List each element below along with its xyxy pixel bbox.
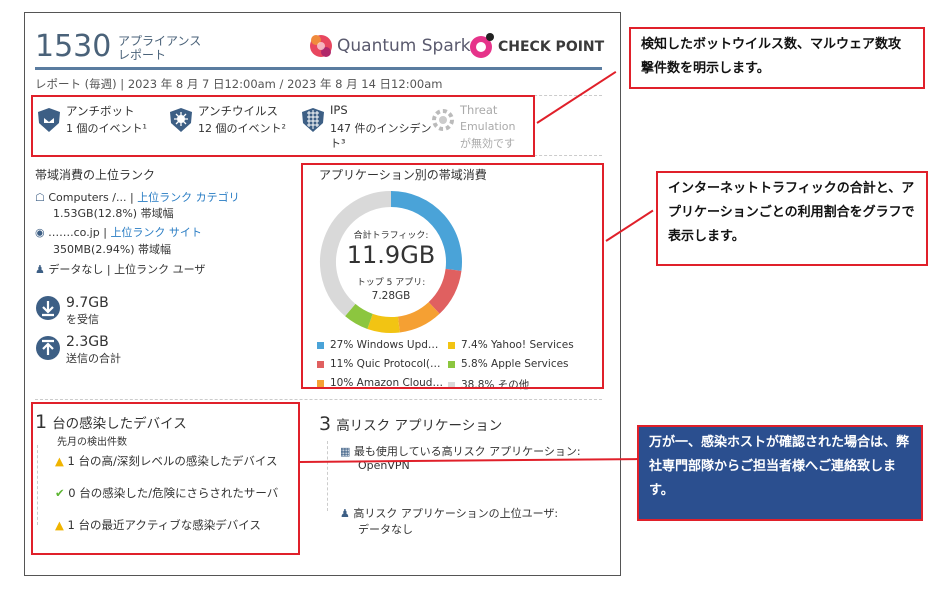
top-category-link[interactable]: 上位ランク カテゴリ	[137, 191, 240, 204]
top-category-usage: 1.53GB(12.8%) 帯域幅	[53, 207, 174, 220]
threats-callout: 検知したボットウイルス数、マルウェア数攻撃件数を明示します。	[629, 27, 925, 89]
tree-line	[327, 441, 328, 511]
traffic-callout: インターネットトラフィックの合計と、アプリケーションごとの利用割合をグラフで表示…	[656, 171, 928, 266]
top-site-value: …….co.jp	[48, 226, 100, 239]
report-period: レポート (毎週) | 2023 年 8 月 7 日12:00am / 2023…	[35, 77, 443, 91]
risk-apps-title: 高リスク アプリケーション	[336, 418, 503, 434]
sent-value: 2.3GB	[66, 334, 109, 350]
user-icon: ♟	[35, 263, 45, 276]
top-category-value: Computers /...	[48, 191, 127, 204]
infected-callout: 万が一、感染ホストが確認された場合は、弊社専門部隊からご担当者様へご連絡致します…	[637, 425, 923, 521]
model-label-line1: アプライアンス	[118, 34, 202, 48]
top-user-row: ♟ データなし | 上位ランク ユーザ	[35, 261, 205, 277]
top-category-row: ☖ Computers /... | 上位ランク カテゴリ	[35, 191, 240, 204]
divider	[35, 399, 602, 400]
quantum-spark-icon	[310, 35, 332, 57]
download-icon	[36, 296, 60, 320]
checkpoint-logo: CHECK POINT	[468, 31, 605, 63]
infected-highlight-box	[31, 402, 300, 555]
top-risk-user: ♟ 高リスク アプリケーションの上位ユーザ:	[340, 505, 558, 521]
top-risk-user-label: 高リスク アプリケーションの上位ユーザ:	[353, 507, 559, 520]
model-label: アプライアンス レポート	[118, 34, 201, 62]
app-usage-highlight-box	[301, 163, 604, 389]
upload-icon	[36, 336, 60, 360]
top-user-value: データなし | 上位ランク ユーザ	[48, 263, 206, 276]
quantum-spark-text: Quantum Spark	[337, 36, 471, 56]
top-site-row: ◉ …….co.jp | 上位ランク サイト	[35, 226, 202, 239]
received-value: 9.7GB	[66, 295, 109, 311]
most-used-label: 最も使用している高リスク アプリケーション:	[353, 445, 581, 458]
risk-apps-count: 3	[319, 413, 332, 435]
risk-apps-header: 3 高リスク アプリケーション	[319, 413, 502, 435]
top-site-link[interactable]: 上位ランク サイト	[110, 226, 202, 239]
most-used-risk-app: ▦ 最も使用している高リスク アプリケーション:	[340, 443, 581, 459]
user-icon: ♟	[340, 507, 350, 520]
header-rule	[35, 67, 602, 70]
top-site-usage: 350MB(2.94%) 帯域幅	[53, 243, 172, 256]
top-risk-user-value: データなし	[358, 523, 413, 536]
threats-highlight-box	[31, 95, 535, 157]
windows-app-icon: ▦	[340, 445, 351, 458]
sent-label: 送信の合計	[66, 352, 121, 365]
received-label: を受信	[66, 313, 99, 326]
checkpoint-text: CHECK POINT	[498, 39, 605, 55]
model-label-line2: レポート	[118, 48, 167, 62]
tag-icon: ☖	[35, 191, 45, 204]
bandwidth-title: 帯域消費の上位ランク	[35, 168, 156, 182]
checkpoint-icon	[470, 33, 494, 58]
quantum-spark-logo: Quantum Spark	[307, 31, 471, 63]
model-number: 1530	[35, 29, 112, 64]
globe-icon: ◉	[35, 226, 45, 239]
